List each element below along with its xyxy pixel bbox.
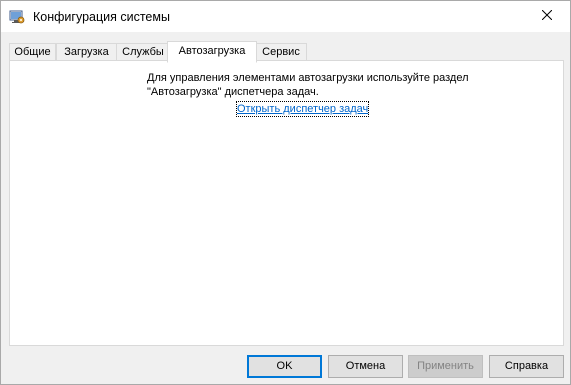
startup-info-text: Для управления элементами автозагрузки и… <box>147 71 469 99</box>
title-bar[interactable]: Конфигурация системы <box>1 1 570 32</box>
system-configuration-icon <box>9 9 25 25</box>
apply-button[interactable]: Применить <box>408 355 483 378</box>
cancel-button[interactable]: Отмена <box>328 355 403 378</box>
open-task-manager-link[interactable]: Открыть диспетчер задач <box>235 101 370 117</box>
close-button[interactable] <box>524 1 570 32</box>
help-button[interactable]: Справка <box>489 355 564 378</box>
window-title: Конфигурация системы <box>33 10 170 24</box>
tab-startup[interactable]: Автозагрузка <box>167 41 257 63</box>
ok-button[interactable]: OK <box>247 355 322 378</box>
startup-tab-panel: Для управления элементами автозагрузки и… <box>9 60 564 346</box>
close-icon <box>541 9 553 23</box>
tab-tools[interactable]: Сервис <box>255 43 307 61</box>
tab-services[interactable]: Службы <box>116 43 170 61</box>
startup-info-line-1: Для управления элементами автозагрузки и… <box>147 72 469 84</box>
startup-info-line-2: "Автозагрузка" диспетчера задач. <box>147 86 319 98</box>
system-configuration-window: Конфигурация системы Общие Загрузка Служ… <box>0 0 571 385</box>
tab-general[interactable]: Общие <box>9 43 56 61</box>
tab-boot[interactable]: Загрузка <box>56 43 117 61</box>
